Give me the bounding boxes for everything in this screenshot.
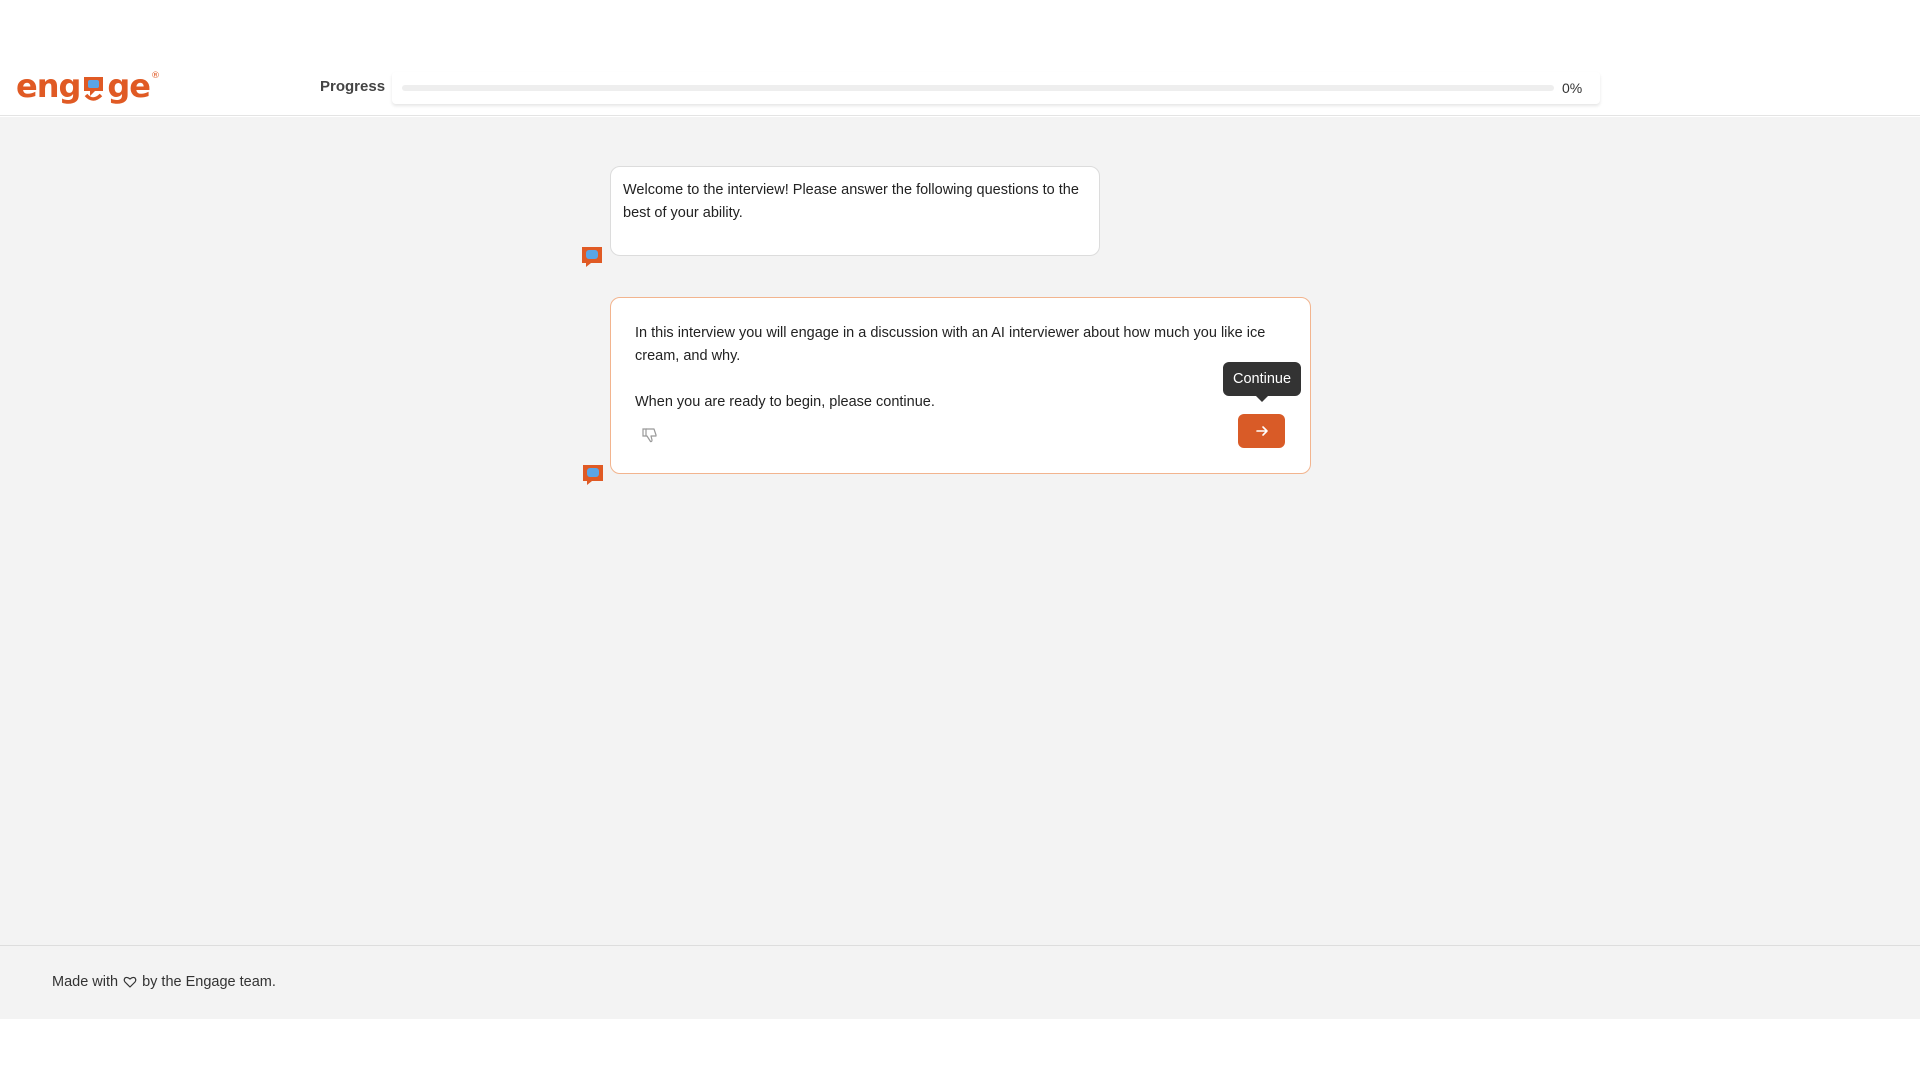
intro-paragraph-1: In this interview you will engage in a d… bbox=[635, 325, 1266, 364]
continue-tooltip: Continue bbox=[1223, 362, 1301, 402]
chat-area: Welcome to the interview! Please answer … bbox=[0, 117, 1920, 945]
footer-text-after: by the Engage team. bbox=[142, 974, 276, 990]
progress-bar bbox=[402, 85, 1554, 91]
intro-paragraph-2: When you are ready to begin, please cont… bbox=[635, 394, 935, 410]
intro-message: In this interview you will engage in a d… bbox=[610, 297, 1311, 474]
welcome-message: Welcome to the interview! Please answer … bbox=[610, 166, 1100, 256]
logo-speech-icon bbox=[81, 72, 106, 101]
thumbs-down-icon[interactable] bbox=[641, 426, 659, 444]
bot-avatar-icon bbox=[582, 464, 604, 486]
arrow-right-icon bbox=[1255, 426, 1268, 436]
continue-button[interactable] bbox=[1238, 414, 1285, 448]
footer-credit: Made with by the Engage team. bbox=[52, 974, 276, 990]
heart-icon bbox=[123, 975, 137, 989]
trademark-symbol: ® bbox=[151, 71, 160, 81]
progress-container: 0% bbox=[392, 72, 1600, 104]
progress-percent: 0% bbox=[1562, 80, 1583, 96]
footer-text-before: Made with bbox=[52, 974, 119, 990]
logo-text-right: ge bbox=[107, 67, 151, 105]
progress-label: Progress bbox=[320, 78, 386, 95]
bot-avatar-icon bbox=[581, 246, 603, 268]
engage-logo: eng ge ® bbox=[16, 66, 160, 106]
logo-text-left: eng bbox=[16, 67, 81, 105]
welcome-message-text: Welcome to the interview! Please answer … bbox=[623, 182, 1079, 221]
top-header: eng ge ® Progress 0% bbox=[0, 0, 1920, 116]
footer: Made with by the Engage team. bbox=[0, 945, 1920, 1019]
